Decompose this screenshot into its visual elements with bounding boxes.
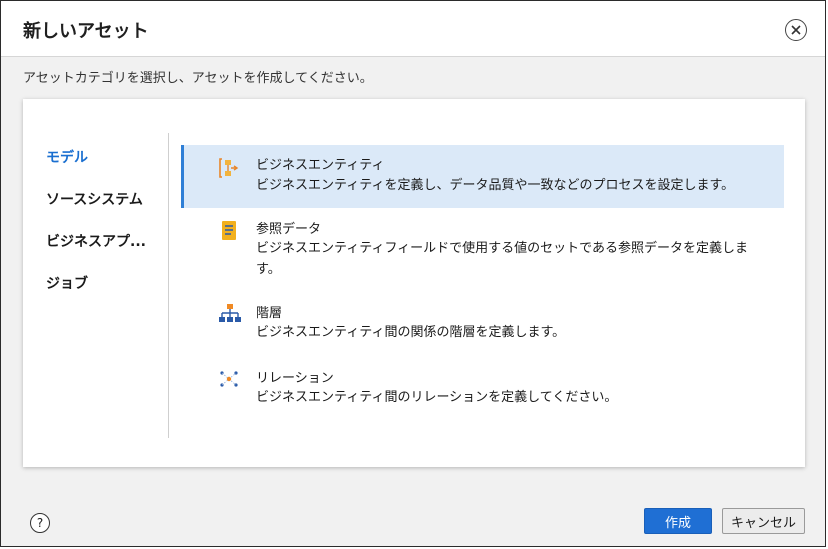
option-relation[interactable]: リレーション ビジネスエンティティ間のリレーションを定義してください。 [181,361,784,417]
option-title: 階層 [256,306,283,321]
hierarchy-icon [219,304,241,322]
close-icon [791,25,801,35]
option-title: リレーション [256,371,334,386]
instruction-text: アセットカテゴリを選択し、アセットを作成してください。 [23,71,373,86]
cancel-button[interactable]: キャンセル [722,508,805,534]
relation-icon [220,371,238,387]
help-button[interactable]: ? [30,513,50,533]
create-button[interactable]: 作成 [644,508,712,534]
business-entity-icon [219,158,239,178]
option-reference-data[interactable]: 参照データ ビジネスエンティティフィールドで使用する値のセットである参照データを… [181,211,784,283]
dialog-title: 新しいアセット [23,21,149,42]
dialog-header: 新しいアセット [1,1,825,57]
sidebar-item-source-system[interactable]: ソースシステム [46,189,143,209]
category-sidebar: モデル ソースシステム ビジネスアプ... ジョブ [23,99,168,467]
new-asset-dialog: 新しいアセット アセットカテゴリを選択し、アセットを作成してください。 モデル … [0,0,826,547]
option-description: ビジネスエンティティ間の関係の階層を定義します。 [256,325,566,340]
option-hierarchy[interactable]: 階層 ビジネスエンティティ間の関係の階層を定義します。 [181,296,784,352]
reference-data-icon [222,221,236,240]
sidebar-item-model[interactable]: モデル [46,147,88,167]
sidebar-divider [168,133,169,438]
option-description: ビジネスエンティティを定義し、データ品質や一致などのプロセスを設定します。 [256,178,735,193]
sidebar-item-business-app[interactable]: ビジネスアプ... [46,231,146,251]
asset-category-panel: モデル ソースシステム ビジネスアプ... ジョブ ビジネスエンティティ ビジネ… [23,99,805,467]
option-description: ビジネスエンティティフィールドで使用する値のセットである参照データを定義します。 [256,241,749,277]
help-icon: ? [36,516,44,530]
sidebar-item-job[interactable]: ジョブ [46,273,88,293]
option-description: ビジネスエンティティ間のリレーションを定義してください。 [256,390,618,405]
option-title: 参照データ [256,222,322,237]
option-title: ビジネスエンティティ [256,158,385,173]
option-business-entity[interactable]: ビジネスエンティティ ビジネスエンティティを定義し、データ品質や一致などのプロセ… [181,145,784,208]
close-button[interactable] [785,19,807,41]
